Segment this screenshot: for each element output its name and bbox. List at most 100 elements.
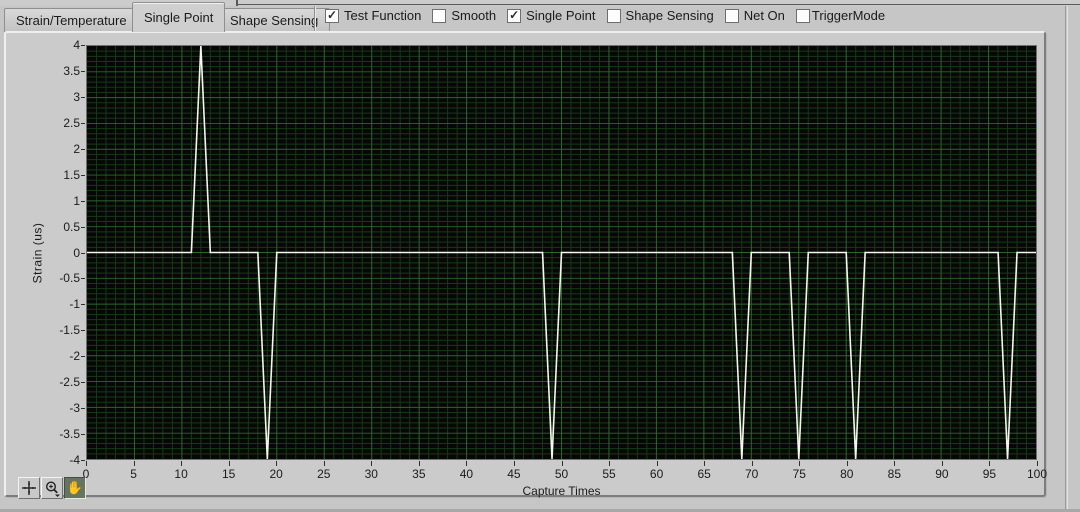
checkbox-label: Test Function [344,8,421,23]
y-tick-label: 3.5 [36,64,80,78]
x-tick-mark [514,461,515,466]
pan-hand-tool-button[interactable]: ✋ [64,477,86,499]
tab-strain-temperature[interactable]: Strain/Temperature [4,8,139,32]
strain-waveform-chart[interactable] [86,45,1037,460]
y-tick-mark [81,123,85,124]
x-tick-label: 85 [874,467,914,481]
x-tick-mark [324,461,325,466]
checkbox-smooth[interactable]: ✓ Smooth [432,8,496,23]
y-tick-label: -3 [36,401,80,415]
checkbox-icon[interactable]: ✓ [507,9,521,23]
tab-separator [314,6,315,31]
x-axis-label: Capture Times [86,484,1037,498]
x-tick-mark [894,461,895,466]
x-tick-label: 40 [446,467,486,481]
checkbox-row: ✓ Test Function ✓ Smooth ✓ Single Point … [325,0,885,31]
y-tick-label: -2 [36,349,80,363]
checkbox-icon[interactable]: ✓ [725,9,739,23]
hand-icon: ✋ [67,480,83,496]
checkbox-net-on[interactable]: ✓ Net On [725,8,785,23]
y-tick-mark [81,460,85,461]
x-tick-label: 90 [922,467,962,481]
checkbox-label: Single Point [526,8,595,23]
x-tick-mark [276,461,277,466]
x-tick-label: 45 [494,467,534,481]
chart-plot-area[interactable] [87,46,1036,459]
x-tick-mark [847,461,848,466]
x-tick-mark [181,461,182,466]
x-tick-label: 70 [732,467,772,481]
checkbox-label: Smooth [451,8,496,23]
crosshair-icon [21,480,37,496]
y-tick-mark [81,330,85,331]
y-tick-label: 0.5 [36,220,80,234]
y-tick-label: 2 [36,142,80,156]
y-tick-mark [81,382,85,383]
checkbox-icon[interactable]: ✓ [607,9,621,23]
zoom-tool-button[interactable] [41,477,63,499]
y-tick-mark [81,149,85,150]
checkbox-label: TriggerMode [812,8,885,23]
x-tick-label: 80 [827,467,867,481]
checkbox-test-function[interactable]: ✓ Test Function [325,8,421,23]
x-tick-mark [134,461,135,466]
x-tick-label: 100 [1017,467,1057,481]
y-tick-mark [81,253,85,254]
y-tick-mark [81,304,85,305]
y-tick-mark [81,278,85,279]
y-tick-label: -1.5 [36,323,80,337]
x-tick-label: 30 [351,467,391,481]
y-tick-label: 1 [36,194,80,208]
x-tick-mark [562,461,563,466]
x-tick-label: 15 [209,467,249,481]
x-tick-mark [799,461,800,466]
x-tick-mark [86,461,87,466]
y-tick-mark [81,408,85,409]
x-tick-mark [229,461,230,466]
y-tick-mark [81,356,85,357]
y-tick-label: 2.5 [36,116,80,130]
y-tick-label: -0.5 [36,271,80,285]
x-tick-label: 20 [256,467,296,481]
y-tick-label: -1 [36,297,80,311]
y-tick-label: 1.5 [36,168,80,182]
x-tick-label: 95 [969,467,1009,481]
cursor-crosshair-tool-button[interactable] [18,477,40,499]
y-tick-mark [81,434,85,435]
x-tick-mark [657,461,658,466]
window-edge-groove [1065,6,1066,512]
x-tick-label: 60 [637,467,677,481]
x-tick-label: 10 [161,467,201,481]
y-tick-mark [81,45,85,46]
checkbox-shape-sensing[interactable]: ✓ Shape Sensing [607,8,714,23]
y-tick-label: -4 [36,453,80,467]
x-tick-mark [466,461,467,466]
x-tick-mark [704,461,705,466]
x-tick-label: 50 [542,467,582,481]
y-tick-label: -2.5 [36,375,80,389]
x-tick-label: 65 [684,467,724,481]
tab-single-point[interactable]: Single Point [132,2,225,32]
x-tick-mark [989,461,990,466]
y-tick-mark [81,175,85,176]
checkbox-single-point[interactable]: ✓ Single Point [507,8,595,23]
y-tick-label: 4 [36,38,80,52]
checkbox-label: Shape Sensing [626,8,714,23]
y-tick-mark [81,201,85,202]
labview-front-panel: Strain/Temperature Single Point Shape Se… [0,0,1080,512]
checkbox-icon[interactable]: ✓ [432,9,446,23]
checkbox-trigger-mode[interactable]: ✓ TriggerMode [796,8,885,23]
magnifier-icon [44,480,61,497]
y-tick-label: 0 [36,246,80,260]
y-tick-label: -3.5 [36,427,80,441]
x-tick-label: 55 [589,467,629,481]
x-tick-mark [609,461,610,466]
checkbox-icon[interactable]: ✓ [796,9,810,23]
tab-page-single-point: Strain (us) 43.532.521.510.50-0.5-1-1.5-… [4,31,1046,497]
x-tick-label: 75 [779,467,819,481]
x-tick-mark [371,461,372,466]
y-tick-mark [81,97,85,98]
y-tick-mark [81,227,85,228]
x-tick-mark [942,461,943,466]
checkbox-icon[interactable]: ✓ [325,9,339,23]
